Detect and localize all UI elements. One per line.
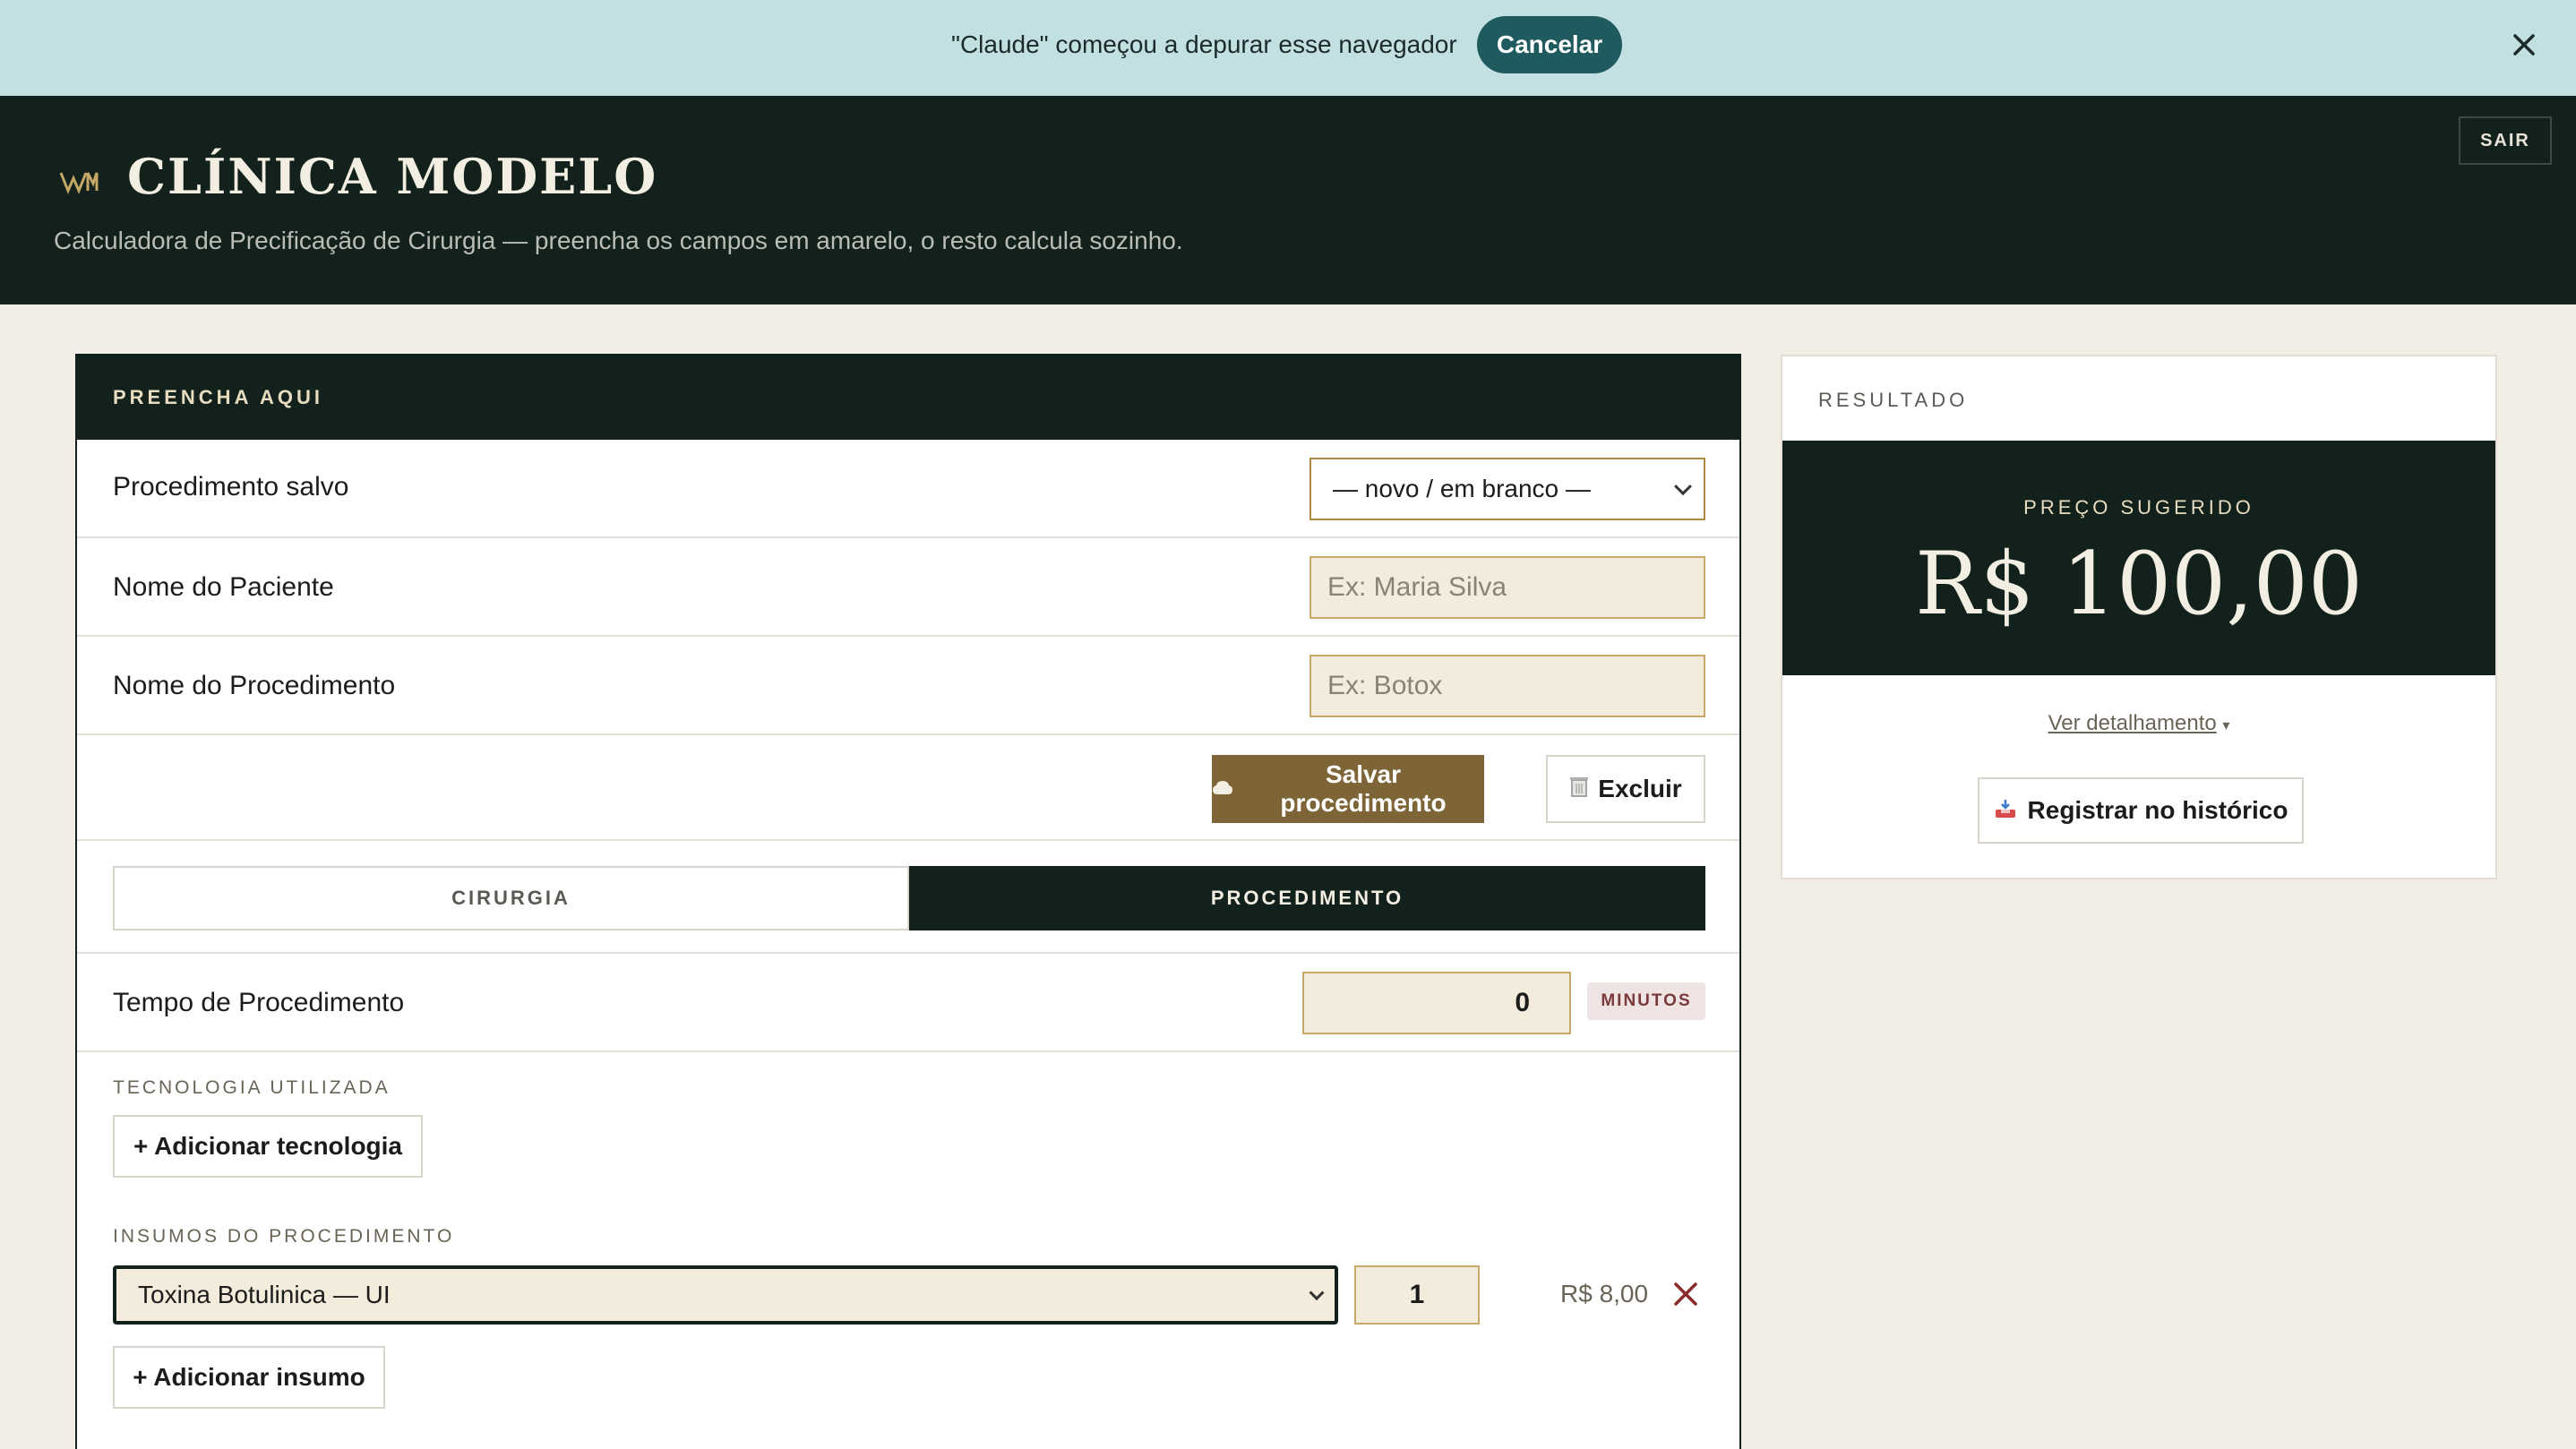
supplies-section-label: INSUMOS DO PROCEDIMENTO (113, 1226, 455, 1247)
tab-procedimento[interactable]: PROCEDIMENTO (909, 866, 1705, 930)
procedure-name-label: Nome do Procedimento (113, 671, 396, 700)
debug-banner: "Claude" começou a depurar esse navegado… (0, 0, 2576, 96)
type-tabs: CIRURGIA PROCEDIMENTO (113, 866, 1705, 930)
procedure-actions-row: Salvar procedimento Excluir (77, 735, 1739, 841)
supply-selected: Toxina Botulinica — UI (138, 1281, 391, 1308)
clinic-name: CLÍNICA MODELO (127, 148, 658, 205)
procedure-name-input[interactable] (1309, 655, 1705, 717)
save-procedure-label: Salvar procedimento (1280, 760, 1447, 817)
register-history-button[interactable]: Registrar no histórico (1978, 777, 2304, 844)
debug-message: "Claude" começou a depurar esse navegado… (951, 30, 1457, 58)
tab-cirurgia[interactable]: CIRURGIA (113, 866, 909, 930)
result-title: RESULTADO (1818, 389, 1969, 411)
trash-icon (1569, 775, 1589, 804)
supply-quantity-input[interactable] (1354, 1265, 1480, 1325)
saved-procedure-row: Procedimento salvo — novo / em branco — (77, 440, 1739, 538)
delete-procedure-button[interactable]: Excluir (1546, 755, 1705, 823)
view-details-label: Ver detalhamento (2048, 711, 2217, 735)
save-icon (1212, 775, 1233, 803)
technology-section-label: TECNOLOGIA UTILIZADA (113, 1077, 391, 1098)
cancel-debug-button[interactable]: Cancelar (1477, 16, 1622, 73)
suggested-price-value: R$ 100,00 (1915, 534, 2363, 634)
saved-procedure-label: Procedimento salvo (113, 472, 349, 502)
type-tabs-row: CIRURGIA PROCEDIMENTO (77, 841, 1739, 954)
result-panel: RESULTADO PREÇO SUGERIDO R$ 100,00 Ver d… (1781, 355, 2497, 879)
procedure-name-row: Nome do Procedimento (77, 637, 1739, 735)
close-icon[interactable] (2506, 25, 2542, 64)
form-panel-header: PREENCHA AQUI (77, 356, 1739, 440)
chevron-down-icon (1674, 477, 1692, 496)
form-panel: PREENCHA AQUI Procedimento salvo — novo … (75, 354, 1741, 1449)
procedure-time-label: Tempo de Procedimento (113, 988, 405, 1017)
chevron-down-icon (1309, 1285, 1325, 1301)
supply-select[interactable]: Toxina Botulinica — UI (113, 1265, 1338, 1325)
remove-supply-icon[interactable] (1668, 1276, 1704, 1312)
supply-price: R$ 8,00 (1560, 1280, 1649, 1308)
inbox-icon (1994, 796, 2017, 825)
header-subtitle: Calculadora de Precificação de Cirurgia … (54, 227, 1183, 254)
delete-procedure-label: Excluir (1598, 775, 1682, 802)
minutes-unit-badge: MINUTOS (1587, 982, 1705, 1020)
clinic-logo-icon (59, 164, 99, 200)
add-technology-button[interactable]: + Adicionar tecnologia (113, 1115, 423, 1178)
add-supply-button[interactable]: + Adicionar insumo (113, 1346, 385, 1409)
form-panel-title: PREENCHA AQUI (113, 386, 323, 408)
suggested-price-box: PREÇO SUGERIDO R$ 100,00 (1782, 441, 2495, 675)
app-header: CLÍNICA MODELO Calculadora de Precificaç… (0, 96, 2576, 304)
saved-procedure-select[interactable]: — novo / em branco — (1309, 458, 1705, 520)
logout-button[interactable]: SAIR (2459, 116, 2552, 165)
save-procedure-button[interactable]: Salvar procedimento (1212, 755, 1484, 823)
caret-down-icon: ▾ (2222, 718, 2230, 733)
register-history-label: Registrar no histórico (2027, 796, 2288, 824)
patient-name-label: Nome do Paciente (113, 572, 334, 602)
procedure-time-row: Tempo de Procedimento MINUTOS (77, 954, 1739, 1052)
patient-name-row: Nome do Paciente (77, 538, 1739, 637)
view-details-link[interactable]: Ver detalhamento ▾ (1782, 711, 2495, 736)
suggested-price-label: PREÇO SUGERIDO (2023, 496, 2254, 519)
patient-name-input[interactable] (1309, 556, 1705, 619)
procedure-time-input[interactable] (1302, 972, 1571, 1034)
saved-procedure-selected: — novo / em branco — (1333, 475, 1591, 502)
